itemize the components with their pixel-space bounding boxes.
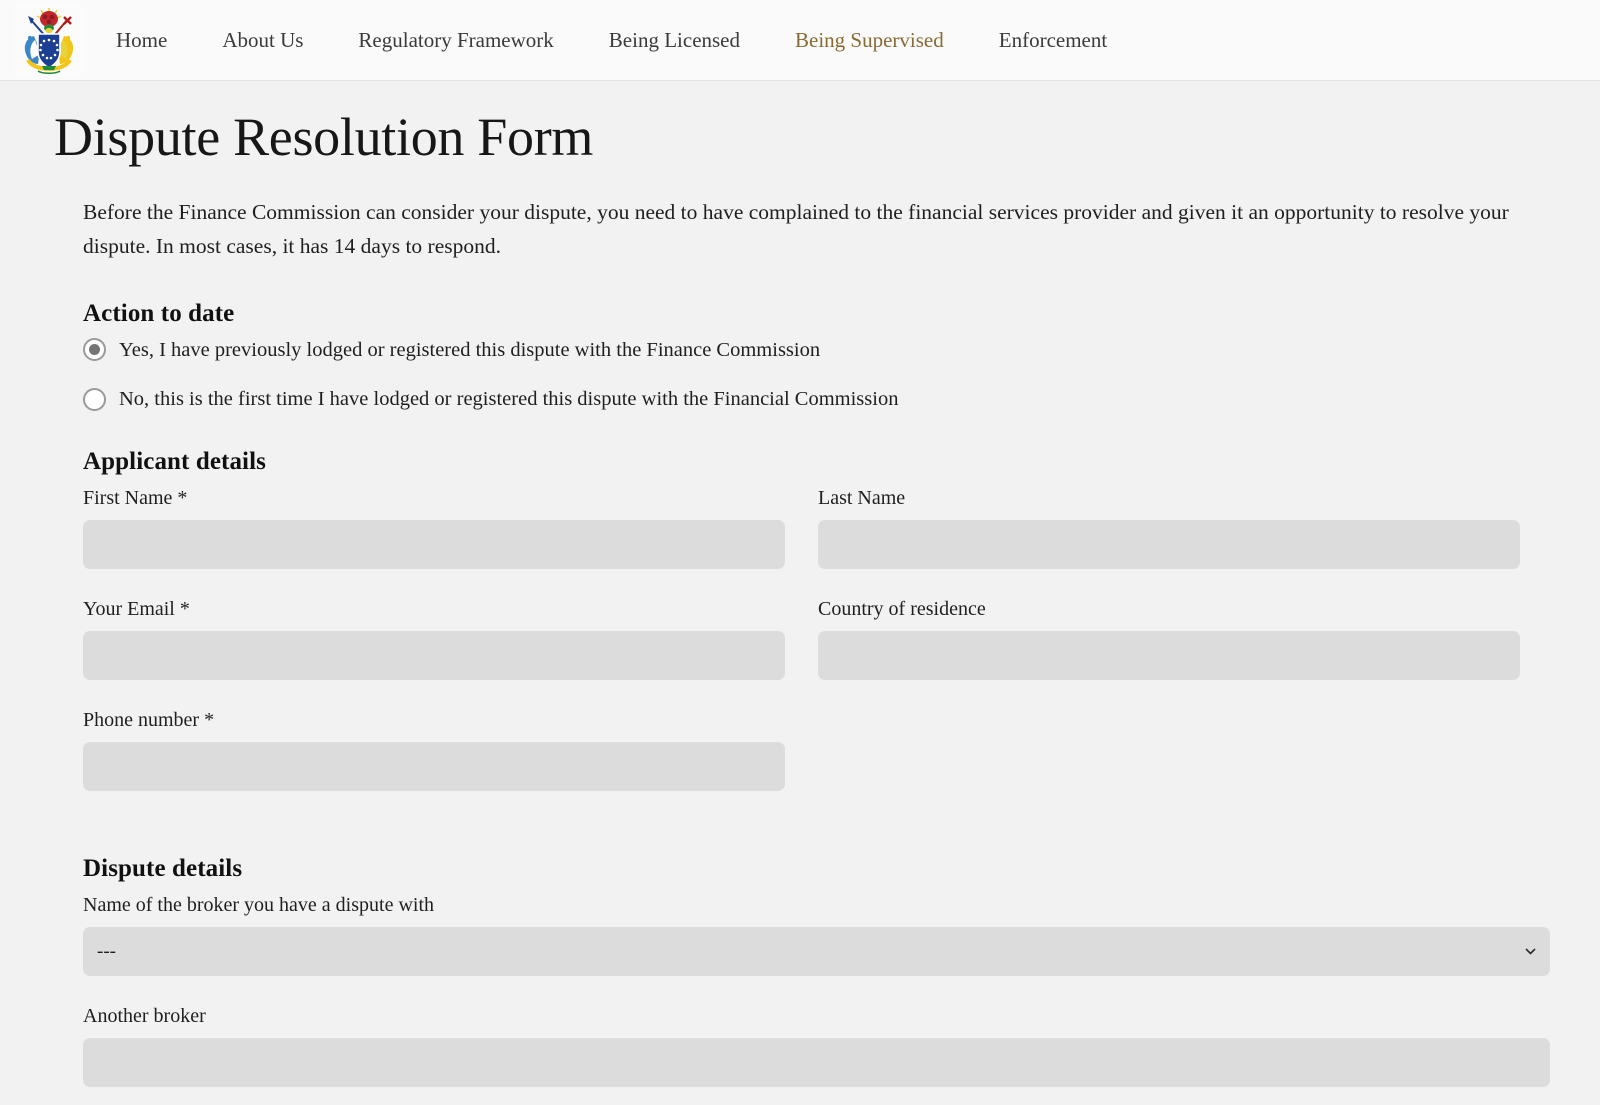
- field-label-first-name: First Name *: [83, 486, 188, 509]
- nav-link-regulatory-framework[interactable]: Regulatory Framework: [358, 24, 553, 57]
- radio-option-no[interactable]: No, this is the first time I have lodged…: [83, 387, 898, 412]
- page-title: Dispute Resolution Form: [54, 107, 594, 167]
- section-heading-dispute-details: Dispute details: [83, 854, 243, 882]
- field-first-name: First Name *: [83, 486, 785, 569]
- phone-number-input[interactable]: [83, 741, 785, 791]
- field-label-your-email: Your Email *: [83, 597, 190, 620]
- main-navigation: Home About Us Regulatory Framework Being…: [116, 24, 1107, 57]
- country-of-residence-input[interactable]: [818, 630, 1520, 680]
- page-content: Dispute Resolution Form Before the Finan…: [0, 109, 1600, 1087]
- radio-unchecked-icon[interactable]: [83, 388, 106, 412]
- field-label-country-of-residence: Country of residence: [818, 597, 986, 620]
- applicant-details-grid: First Name * Last Name Your Email * Coun…: [83, 486, 1550, 819]
- radio-option-yes[interactable]: Yes, I have previously lodged or registe…: [83, 338, 820, 363]
- field-last-name: Last Name: [818, 486, 1520, 569]
- field-label-phone-number: Phone number *: [83, 708, 215, 731]
- field-label-broker-select: Name of the broker you have a dispute wi…: [83, 893, 435, 916]
- field-country-of-residence: Country of residence: [818, 597, 1520, 680]
- nav-link-enforcement[interactable]: Enforcement: [999, 24, 1107, 57]
- nav-link-being-supervised[interactable]: Being Supervised: [795, 24, 944, 57]
- dispute-resolution-form: Before the Finance Commission can consid…: [54, 196, 1550, 1087]
- field-label-another-broker: Another broker: [83, 1004, 206, 1027]
- nav-link-home[interactable]: Home: [116, 24, 167, 57]
- section-heading-applicant-details: Applicant details: [83, 447, 266, 475]
- field-another-broker: Another broker: [83, 1004, 1550, 1087]
- first-name-input[interactable]: [83, 519, 785, 569]
- radio-checked-icon[interactable]: [83, 338, 106, 362]
- coat-of-arms-logo[interactable]: [14, 4, 84, 76]
- radio-option-yes-label: Yes, I have previously lodged or registe…: [119, 338, 821, 361]
- field-label-last-name: Last Name: [818, 486, 906, 509]
- broker-select[interactable]: ---: [83, 926, 1550, 976]
- section-heading-action-to-date: Action to date: [83, 299, 235, 327]
- site-header: Home About Us Regulatory Framework Being…: [0, 0, 1600, 81]
- broker-select-shell: ---: [83, 926, 1550, 976]
- field-phone-number: Phone number *: [83, 708, 785, 791]
- field-broker-select: Name of the broker you have a dispute wi…: [83, 893, 1550, 976]
- your-email-input[interactable]: [83, 630, 785, 680]
- nav-link-being-licensed[interactable]: Being Licensed: [609, 24, 740, 57]
- nav-link-about-us[interactable]: About Us: [222, 24, 303, 57]
- field-your-email: Your Email *: [83, 597, 785, 680]
- last-name-input[interactable]: [818, 519, 1520, 569]
- intro-paragraph: Before the Finance Commission can consid…: [83, 199, 1509, 258]
- another-broker-input[interactable]: [83, 1037, 1550, 1087]
- radio-option-no-label: No, this is the first time I have lodged…: [119, 388, 899, 411]
